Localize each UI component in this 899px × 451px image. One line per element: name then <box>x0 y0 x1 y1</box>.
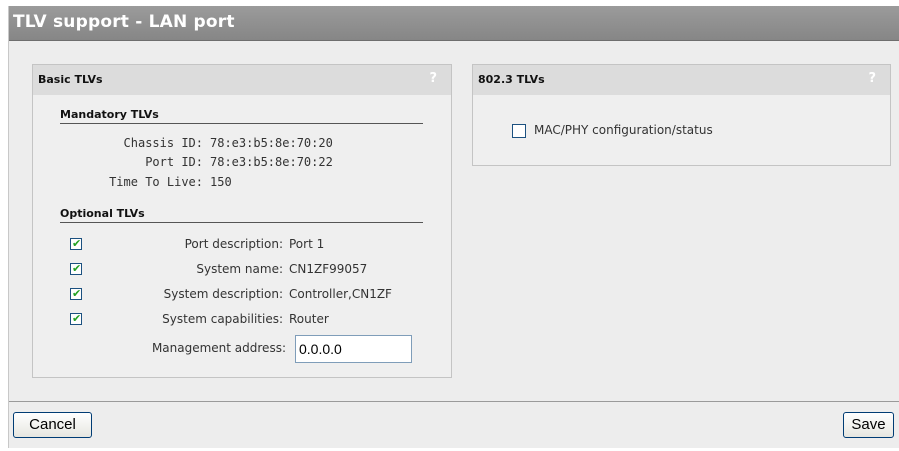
optional-divider <box>60 222 423 223</box>
management-address-input[interactable] <box>295 335 412 363</box>
port-id-label: Port ID: <box>145 155 203 169</box>
port-description-value: Port 1 <box>289 237 325 251</box>
port-id-value: 78:e3:b5:8e:70:22 <box>210 155 333 169</box>
port-description-checkbox[interactable]: ✔ <box>70 237 82 250</box>
cancel-button[interactable]: Cancel <box>13 412 92 438</box>
management-address-label: Management address: <box>151 341 286 355</box>
system-description-value: Controller,CN1ZF <box>289 287 392 301</box>
dot3-tlvs-header: 802.3 TLVs ? <box>473 65 890 95</box>
checkmark-icon: ✔ <box>72 262 82 275</box>
system-capabilities-checkbox[interactable]: ✔ <box>70 312 82 325</box>
help-icon[interactable]: ? <box>429 71 437 86</box>
system-description-label: System description: <box>163 287 283 301</box>
mac-phy-label[interactable]: MAC/PHY configuration/status <box>534 123 713 137</box>
basic-tlvs-title: Basic TLVs <box>38 73 103 86</box>
basic-tlvs-panel: Basic TLVs ? Mandatory TLVs Chassis ID: … <box>32 64 452 378</box>
checkmark-icon: ✔ <box>72 287 82 300</box>
system-name-value: CN1ZF99057 <box>289 262 368 276</box>
help-icon[interactable]: ? <box>868 71 876 86</box>
checkmark-icon: ✔ <box>72 312 82 325</box>
title-bar: TLV support - LAN port <box>9 6 899 41</box>
mandatory-tlvs-title: Mandatory TLVs <box>60 108 159 121</box>
chassis-id-label: Chassis ID: <box>123 136 203 150</box>
port-description-label: Port description: <box>184 237 283 251</box>
chassis-id-value: 78:e3:b5:8e:70:20 <box>210 136 333 150</box>
time-to-live-label: Time To Live: <box>109 175 203 189</box>
system-name-label: System name: <box>196 262 283 276</box>
basic-tlvs-header: Basic TLVs ? <box>33 65 451 95</box>
mandatory-divider <box>60 123 423 124</box>
save-button[interactable]: Save <box>843 412 894 438</box>
optional-tlvs-title: Optional TLVs <box>60 207 145 220</box>
checkmark-icon: ✔ <box>72 237 82 250</box>
page-frame: TLV support - LAN port Basic TLVs ? Mand… <box>8 6 899 448</box>
page-title: TLV support - LAN port <box>13 12 235 32</box>
system-capabilities-value: Router <box>289 312 329 326</box>
system-description-checkbox[interactable]: ✔ <box>70 287 82 300</box>
dot3-tlvs-panel: 802.3 TLVs ? MAC/PHY configuration/statu… <box>472 64 891 166</box>
system-capabilities-label: System capabilities: <box>162 312 283 326</box>
dot3-tlvs-title: 802.3 TLVs <box>478 73 545 86</box>
system-name-checkbox[interactable]: ✔ <box>70 262 82 275</box>
time-to-live-value: 150 <box>210 175 232 189</box>
footer-divider <box>9 401 899 402</box>
mac-phy-checkbox[interactable] <box>512 124 526 138</box>
